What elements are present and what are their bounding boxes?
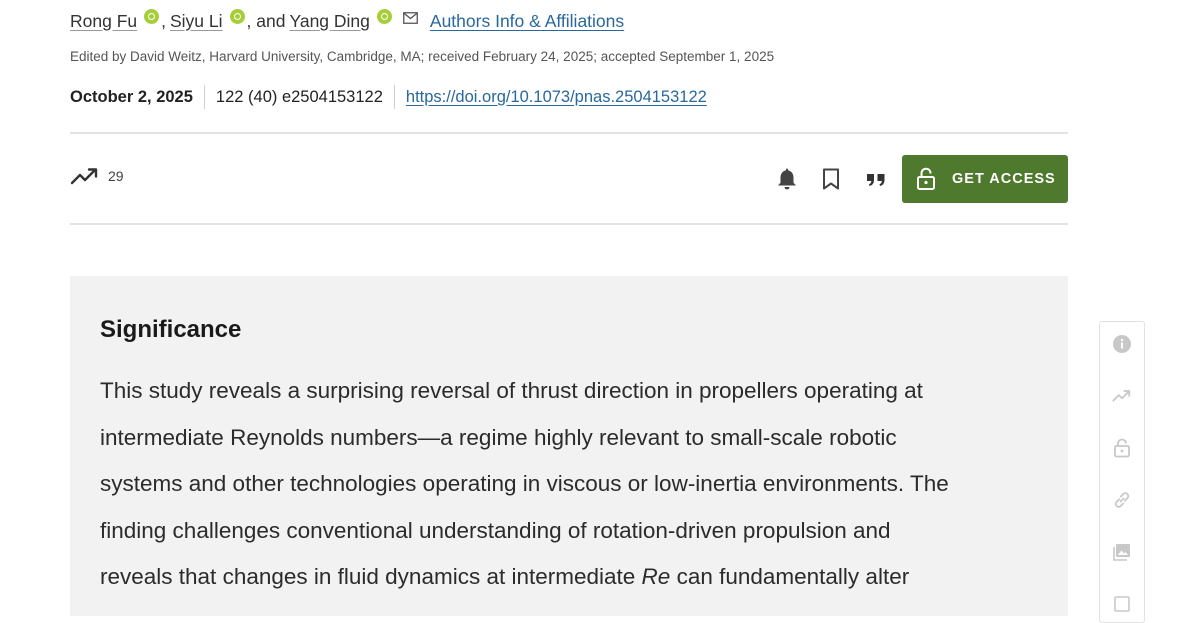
significance-line: reveals that changes in fluid dynamics a… — [100, 554, 1050, 601]
publication-meta: October 2, 2025 122 (40) e2504153122 htt… — [70, 85, 707, 109]
metrics-count: 29 — [108, 168, 124, 184]
info-icon[interactable] — [1112, 334, 1132, 354]
orcid-icon[interactable] — [376, 8, 392, 24]
author-link[interactable]: Siyu Li — [170, 11, 223, 32]
significance-line: This study reveals a surprising reversal… — [100, 378, 923, 403]
author-separator: , and — [246, 10, 286, 31]
significance-line-text: can fundamentally alter — [670, 564, 910, 589]
publication-date: October 2, 2025 — [70, 87, 193, 106]
reynolds-symbol: Re — [641, 564, 671, 589]
author-separator: , — [161, 10, 166, 31]
side-navigation-rail — [1099, 321, 1145, 623]
menu-icon[interactable] — [1112, 594, 1132, 614]
significance-line: finding challenges conventional understa… — [100, 517, 891, 543]
divider — [70, 223, 1068, 225]
citation: 122 (40) e2504153122 — [215, 87, 383, 106]
doi-link[interactable]: https://doi.org/10.1073/pnas.2504153122 — [406, 88, 707, 107]
get-access-button[interactable]: GET ACCESS — [902, 155, 1068, 203]
significance-line: systems and other technologies operating… — [100, 471, 949, 496]
authors-info-affiliations-link[interactable]: Authors Info & Affiliations — [430, 11, 624, 32]
mail-icon[interactable] — [403, 12, 418, 24]
significance-line: intermediate Reynolds numbers—a regime h… — [100, 424, 897, 450]
orcid-icon[interactable] — [229, 8, 245, 24]
significance-heading: Significance — [100, 316, 242, 343]
trending-up-icon[interactable] — [1112, 386, 1132, 406]
get-access-label: GET ACCESS — [952, 171, 1056, 187]
divider — [203, 85, 205, 109]
author-link[interactable]: Rong Fu — [70, 11, 137, 32]
author-list: Rong Fu , Siyu Li , and Yang Ding Author… — [70, 8, 624, 34]
significance-text: This study reveals a surprising reversal… — [100, 368, 1050, 601]
significance-panel: Significance This study reveals a surpri… — [70, 276, 1068, 616]
quote-icon[interactable] — [863, 166, 889, 192]
bookmark-icon[interactable] — [818, 166, 844, 192]
lock-icon — [916, 167, 936, 191]
author-link[interactable]: Yang Ding — [289, 11, 369, 32]
divider — [393, 85, 395, 109]
metrics-button[interactable]: 29 — [70, 166, 124, 186]
trending-up-icon — [70, 166, 100, 186]
link-icon[interactable] — [1112, 490, 1132, 510]
divider — [70, 132, 1068, 134]
images-icon[interactable] — [1112, 542, 1132, 562]
orcid-icon[interactable] — [144, 8, 160, 24]
bell-icon[interactable] — [774, 166, 800, 192]
significance-line-text: reveals that changes in fluid dynamics a… — [100, 564, 642, 589]
lock-icon[interactable] — [1112, 438, 1132, 458]
edited-by-line: Edited by David Weitz, Harvard Universit… — [70, 49, 775, 64]
